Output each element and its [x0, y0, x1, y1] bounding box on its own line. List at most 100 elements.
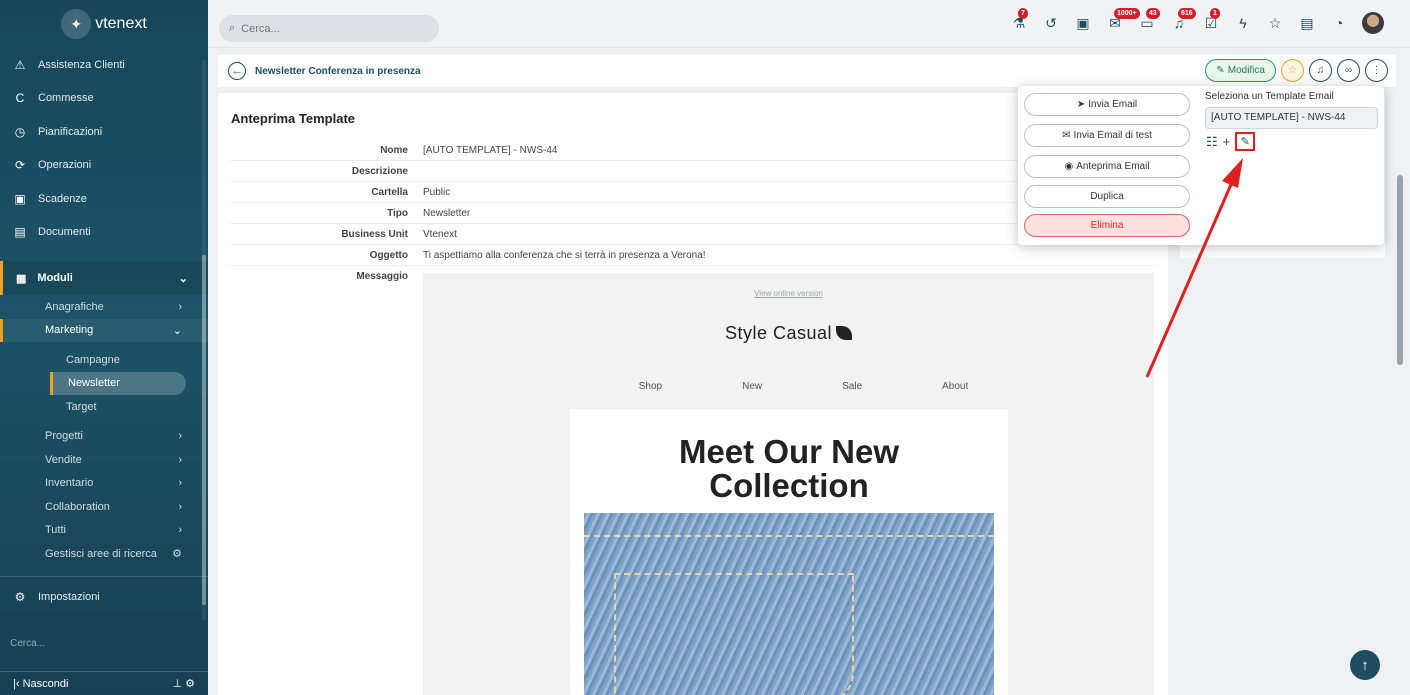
- sidebar-search[interactable]: Cerca...: [10, 638, 45, 649]
- actions-popup: ➤ Invia Email ✉ Invia Email di test ◉ Antep…: [1018, 86, 1384, 245]
- task-check-icon[interactable]: ☑ 1: [1202, 8, 1220, 34]
- back-button[interactable]: ←: [228, 62, 246, 80]
- chevron-right-icon: ›: [178, 500, 182, 513]
- preview-nav-sale[interactable]: Sale: [842, 381, 862, 392]
- sidebar-item-collaboration[interactable]: Collaboration ›: [0, 495, 208, 519]
- bell-icon[interactable]: ♫ 616: [1170, 8, 1196, 34]
- send-icon: ➤: [1076, 99, 1086, 110]
- sidebar-item-inventario[interactable]: Inventario ›: [0, 472, 208, 496]
- chat-icon[interactable]: ▭ 43: [1138, 8, 1160, 34]
- doc-icon: ▤: [14, 225, 26, 240]
- image-detail: [614, 573, 854, 695]
- pencil-icon: ✎: [1216, 65, 1225, 76]
- gear-c-icon: ⟳: [14, 158, 26, 173]
- chevron-down-icon: ⌄: [172, 324, 182, 337]
- history-icon[interactable]: ↺: [1042, 12, 1060, 34]
- duplica-button[interactable]: Duplica: [1024, 185, 1190, 208]
- global-search[interactable]: ⌕: [219, 15, 439, 42]
- mail-icon[interactable]: ✉ 1000+: [1106, 8, 1140, 34]
- preview-nav-shop[interactable]: Shop: [639, 381, 662, 392]
- chevron-right-icon: ›: [178, 524, 182, 537]
- sidebar-item-gestisci[interactable]: Gestisci aree di ricerca ⚙: [0, 542, 208, 566]
- search-input[interactable]: [241, 22, 412, 35]
- collapse-sidebar-button[interactable]: |‹ Nascondi: [13, 678, 68, 690]
- avatar[interactable]: [1362, 12, 1384, 34]
- chevron-right-icon: ›: [178, 430, 182, 443]
- badge: 7: [1018, 8, 1028, 19]
- sidebar-item-commesse[interactable]: C Commesse: [0, 82, 208, 116]
- sidebar-item-tutti[interactable]: Tutti ›: [0, 519, 208, 543]
- view-online-link[interactable]: View online version: [423, 289, 1154, 298]
- denim-image: [584, 513, 994, 695]
- page-scrollbar[interactable]: [1397, 175, 1403, 365]
- sidebar-item-anagrafiche[interactable]: Anagrafiche ›: [0, 295, 208, 319]
- notify-button[interactable]: ♫: [1309, 59, 1332, 82]
- chevron-down-icon: ⌄: [178, 272, 188, 285]
- anteprima-email-button[interactable]: ◉ Anteprima Email: [1024, 155, 1190, 178]
- sidebar-item-assistenza[interactable]: ⚠ Assistenza Clienti: [0, 48, 208, 82]
- modifica-button[interactable]: ✎ Modifica: [1205, 59, 1276, 82]
- scroll-to-top-button[interactable]: ↑: [1350, 650, 1380, 680]
- preview-nav-new[interactable]: New: [742, 381, 762, 392]
- pin-icon[interactable]: ⊥: [172, 678, 182, 690]
- arrow-left-icon: ←: [231, 65, 243, 77]
- more-vertical-icon: ⋮: [1371, 65, 1382, 76]
- page-title: Newsletter Conferenza in presenza: [255, 65, 421, 77]
- email-preview: View online version Style Casual Shop Ne…: [423, 273, 1154, 695]
- plus-icon[interactable]: +: [1223, 134, 1231, 149]
- sidebar-item-newsletter[interactable]: Newsletter: [50, 371, 186, 395]
- preview-headline: Meet Our New Collection: [678, 433, 900, 504]
- document-icon[interactable]: ▤: [1298, 12, 1316, 34]
- eye-icon: ◉: [1064, 161, 1074, 172]
- sidebar: ✦ vtenext ⚠ Assistenza Clienti C Commesse …: [0, 0, 208, 695]
- topbar: ⌕ ⚗7 ↺ ▣ ✉1000+ ▭43 ♫616 ☑1 ϟ ☆ ▤ ◔: [208, 0, 1410, 48]
- mail-icon: ✉: [1062, 130, 1071, 141]
- sidebar-item-campagne[interactable]: Campagne: [0, 348, 208, 372]
- link-icon: ∞: [1344, 65, 1353, 76]
- elimina-button[interactable]: Elimina: [1024, 214, 1190, 237]
- warning-icon: ⚠: [14, 57, 26, 72]
- chevron-right-icon: ›: [178, 453, 182, 466]
- invia-email-test-button[interactable]: ✉ Invia Email di test: [1024, 124, 1190, 147]
- bell-icon: ♫: [1316, 65, 1325, 76]
- field-row-tipo: Tipo Newsletter: [231, 203, 1153, 224]
- chevron-right-icon: ›: [178, 477, 182, 490]
- sidebar-item-moduli[interactable]: ▦ Moduli ⌄: [0, 261, 208, 295]
- star-icon[interactable]: ☆: [1266, 12, 1284, 34]
- sidebar-item-scadenze[interactable]: ▣ Scadenze: [0, 182, 208, 216]
- sidebar-item-target[interactable]: Target: [0, 395, 208, 419]
- search-icon: ⌕: [229, 22, 236, 34]
- app-logo[interactable]: ✦ vtenext: [0, 0, 208, 48]
- invia-email-button[interactable]: ➤ Invia Email: [1024, 93, 1190, 116]
- section-title: Anteprima Template: [231, 111, 356, 126]
- edit-template-button[interactable]: ✎: [1235, 132, 1256, 151]
- star-icon: ☆: [1288, 65, 1297, 76]
- preview-nav: Shop New Sale About: [423, 381, 1154, 392]
- chevron-right-icon: ›: [178, 300, 182, 313]
- gear-icon[interactable]: ⚙: [185, 678, 195, 690]
- template-label: Seleziona un Template Email: [1205, 91, 1334, 102]
- template-select[interactable]: [AUTO TEMPLATE] - NWS-44: [1205, 107, 1378, 129]
- list-icon[interactable]: ☷: [1206, 134, 1218, 150]
- more-button[interactable]: ⋮: [1365, 59, 1388, 82]
- grid-icon: ▦: [16, 272, 27, 285]
- link-button[interactable]: ∞: [1337, 59, 1360, 82]
- sidebar-item-operazioni[interactable]: ⟳ Operazioni: [0, 149, 208, 183]
- sidebar-item-pianificazioni[interactable]: ◷ Pianificazioni: [0, 115, 208, 149]
- sidebar-item-vendite[interactable]: Vendite ›: [0, 448, 208, 472]
- field-row-oggetto: Oggetto Ti aspettiamo alla conferenza che…: [231, 245, 1153, 266]
- preview-nav-about[interactable]: About: [942, 381, 968, 392]
- sidebar-divider: [0, 575, 208, 577]
- lightning-icon[interactable]: ϟ: [1234, 12, 1252, 34]
- sidebar-item-impostazioni[interactable]: ⚙ Impostazioni: [0, 581, 208, 615]
- sidebar-item-documenti[interactable]: ▤ Documenti: [0, 216, 208, 250]
- timer-icon[interactable]: ◔: [1330, 12, 1348, 34]
- sidebar-item-progetti[interactable]: Progetti ›: [0, 425, 208, 449]
- calendar-icon[interactable]: ▣: [1074, 12, 1092, 34]
- header-actions: ✎ Modifica ☆ ♫ ∞ ⋮: [1205, 59, 1388, 82]
- field-row-business-unit: Business Unit Vtenext: [231, 224, 1153, 245]
- sidebar-item-marketing[interactable]: Marketing ⌄: [0, 318, 208, 342]
- favorite-button[interactable]: ☆: [1281, 59, 1304, 82]
- hierarchy-icon[interactable]: ⚗ 7: [1010, 8, 1028, 34]
- sidebar-scroll-thumb[interactable]: [202, 255, 206, 605]
